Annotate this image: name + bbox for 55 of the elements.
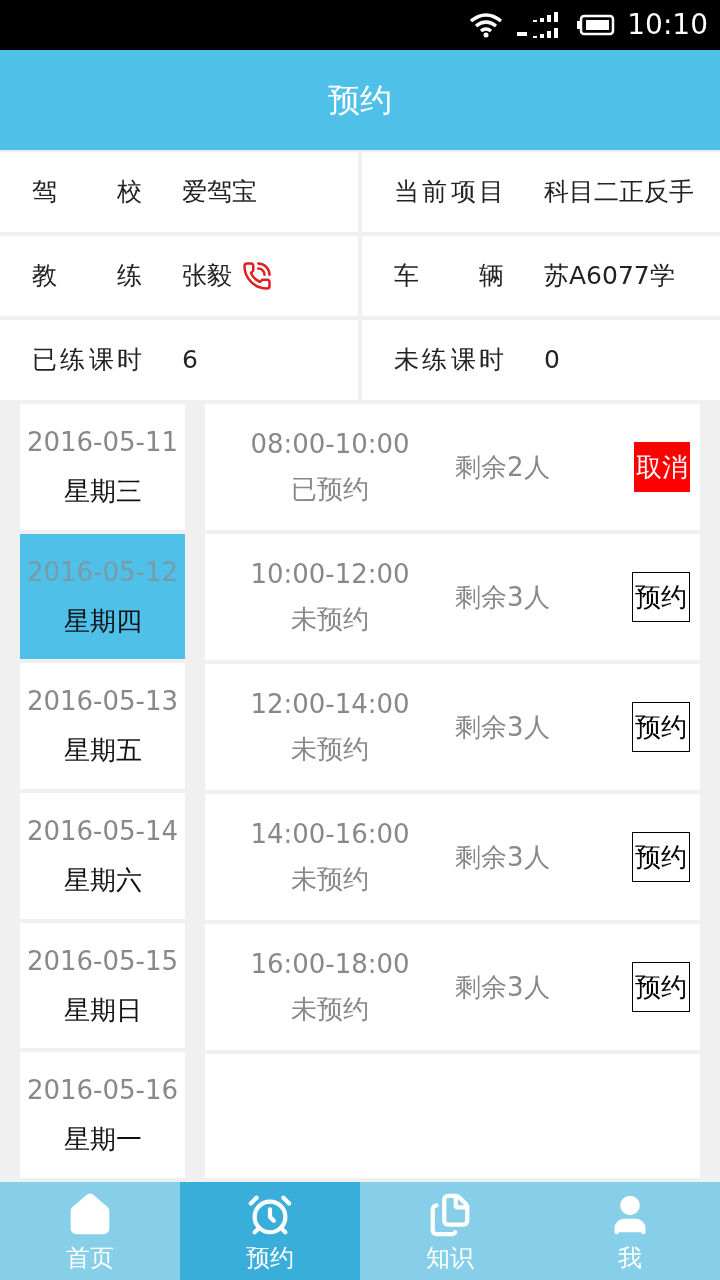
book-button[interactable]: 预约 [632, 832, 690, 882]
slot-status: 未预约 [291, 863, 369, 896]
info-label: 车 辆 [394, 260, 504, 293]
weekday-text: 星期一 [63, 1123, 142, 1157]
battery-icon [577, 14, 616, 36]
date-text: 2016-05-13 [26, 685, 179, 719]
date-text: 2016-05-14 [26, 814, 179, 848]
cancel-button[interactable]: 取消 [634, 442, 690, 492]
info-label: 教 练 [32, 260, 142, 293]
info-label: 驾 校 [32, 176, 142, 209]
date-text: 2016-05-11 [26, 425, 179, 459]
date-item[interactable]: 2016-05-11 星期三 [20, 404, 185, 530]
book-button[interactable]: 预约 [632, 962, 690, 1012]
info-value: 苏A6077学 [544, 260, 675, 293]
info-label: 未练课时 [394, 344, 504, 377]
info-value: 6 [182, 344, 198, 377]
info-value: 爱驾宝 [182, 176, 257, 209]
phone-icon[interactable] [242, 261, 272, 291]
page-title: 预约 [328, 80, 392, 121]
info-value: 0 [544, 344, 560, 377]
slot-time: 12:00-14:00 [250, 688, 410, 721]
slot-time: 10:00-12:00 [250, 558, 410, 591]
remaining-count: 剩余2人 [455, 450, 550, 484]
date-text: 2016-05-15 [26, 944, 179, 978]
weekday-text: 星期日 [63, 993, 142, 1027]
date-item[interactable]: 2016-05-13 星期五 [20, 663, 185, 789]
weekday-text: 星期三 [63, 474, 142, 508]
slot-time: 16:00-18:00 [250, 948, 410, 981]
remaining-count: 剩余3人 [455, 580, 550, 614]
info-value: 张毅 [182, 260, 232, 293]
clock-time: 10:10 [627, 7, 708, 43]
info-value: 科目二正反手 [544, 176, 694, 209]
weekday-text: 星期四 [63, 604, 142, 638]
weekday-text: 星期六 [63, 863, 142, 897]
date-item[interactable]: 2016-05-12 星期四 [20, 533, 185, 660]
remaining-count: 剩余3人 [455, 710, 550, 744]
date-item[interactable]: 2016-05-15 星期日 [20, 922, 185, 1049]
date-item[interactable]: 2016-05-16 星期一 [20, 1052, 185, 1179]
date-text: 2016-05-12 [26, 555, 179, 589]
wifi-icon [469, 12, 504, 38]
slot-status: 已预约 [291, 473, 369, 506]
weekday-text: 星期五 [63, 734, 142, 768]
remaining-count: 剩余3人 [455, 970, 550, 1004]
slot-status: 未预约 [291, 993, 369, 1026]
slot-time: 08:00-10:00 [250, 428, 410, 461]
date-text: 2016-05-16 [26, 1074, 179, 1108]
book-button[interactable]: 预约 [632, 702, 690, 752]
slot-status: 未预约 [291, 603, 369, 636]
book-button[interactable]: 预约 [632, 572, 690, 622]
date-item[interactable]: 2016-05-14 星期六 [20, 793, 185, 919]
remaining-count: 剩余3人 [455, 840, 550, 874]
slot-time: 14:00-16:00 [250, 818, 410, 851]
slot-status: 未预约 [291, 733, 369, 766]
info-label: 当前项目 [394, 176, 504, 209]
info-label: 已练课时 [32, 344, 142, 377]
